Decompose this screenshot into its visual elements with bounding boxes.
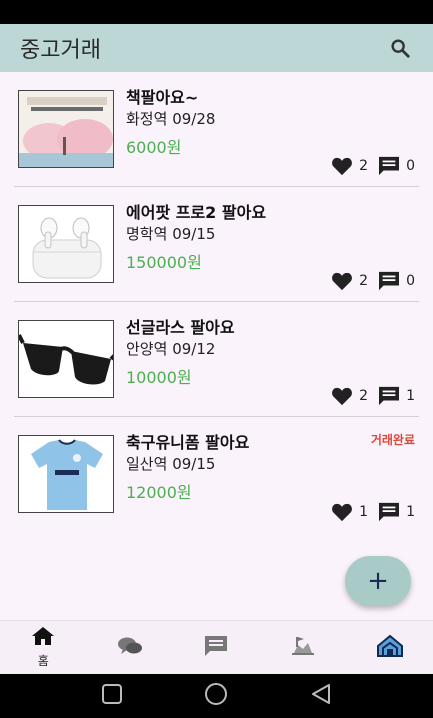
book-cover-image [18,90,114,168]
home-icon [31,626,55,650]
nav-item-my-home[interactable] [346,621,433,674]
page-title: 중고거래 [20,38,101,63]
heart-icon[interactable] [331,271,353,291]
system-nav-bar [0,674,433,718]
back-icon[interactable] [309,682,333,710]
list-item[interactable]: 에어팟 프로2 팔아요 명학역 09/15 150000원 2 0 [14,187,419,302]
search-icon[interactable] [385,33,415,63]
list-item[interactable]: 선글라스 팔아요 안양역 09/12 10000원 2 1 [14,302,419,417]
comment-icon[interactable] [378,502,400,522]
item-location: 화정역 [126,110,168,128]
comment-icon[interactable] [378,271,400,291]
item-price: 12000원 [126,483,192,502]
sunglasses-image [18,320,114,398]
comments-count: 1 [406,504,415,520]
comments-count: 0 [406,273,415,289]
item-title[interactable]: 에어팟 프로2 팔아요 [126,199,266,223]
heart-icon[interactable] [331,386,353,406]
nav-item-messages[interactable] [173,621,260,674]
likes-count: 1 [359,504,369,520]
my-home-icon [376,634,404,662]
jersey-image [18,435,114,513]
status-bar [0,0,433,24]
comment-icon[interactable] [378,156,400,176]
airpods-image [18,205,114,283]
item-price: 150000원 [126,253,202,272]
community-icon [290,635,316,661]
home-button-icon[interactable] [203,681,229,711]
item-date: 09/15 [172,455,216,473]
product-list: 책팔아요~ 화정역 09/28 6000원 2 0 에어팟 프로2 팔아요 명학… [0,72,433,532]
heart-icon[interactable] [331,502,353,522]
item-counts: 2 1 [331,386,415,406]
item-counts: 2 0 [331,271,415,291]
item-location-date: 명학역 09/15 [126,223,215,244]
item-date: 09/28 [172,110,216,128]
app-bar: 중고거래 [0,24,433,72]
item-location: 명학역 [126,225,168,243]
item-price: 6000원 [126,138,182,157]
heart-icon[interactable] [331,156,353,176]
item-title[interactable]: 선글라스 팔아요 [126,314,235,338]
nav-item-home[interactable]: 홈 [0,621,87,674]
chat-bubbles-icon [117,636,143,660]
item-location-date: 화정역 09/28 [126,108,215,129]
comment-icon[interactable] [378,386,400,406]
likes-count: 2 [359,273,369,289]
list-item[interactable]: 책팔아요~ 화정역 09/28 6000원 2 0 [14,72,419,187]
nav-label-home: 홈 [37,654,49,668]
comments-count: 0 [406,158,415,174]
item-location: 안양역 [126,340,168,358]
item-location-date: 안양역 09/12 [126,338,215,359]
likes-count: 2 [359,158,369,174]
list-item[interactable]: 축구유니폼 팔아요 거래완료 일산역 09/15 12000원 1 1 [14,417,419,532]
item-date: 09/12 [172,340,216,358]
nav-item-community[interactable] [260,621,347,674]
nav-item-chat[interactable] [87,621,174,674]
item-title[interactable]: 축구유니폼 팔아요 [126,429,249,453]
bottom-nav: 홈 [0,620,433,674]
item-price: 10000원 [126,368,192,387]
sold-badge: 거래완료 [370,433,415,447]
recent-apps-icon[interactable] [100,682,124,710]
item-counts: 1 1 [331,502,415,522]
comments-count: 1 [406,388,415,404]
item-date: 09/15 [172,225,216,243]
message-icon [204,635,228,661]
likes-count: 2 [359,388,369,404]
item-counts: 2 0 [331,156,415,176]
plus-icon: + [367,566,389,596]
add-item-button[interactable]: + [345,556,411,606]
item-location-date: 일산역 09/15 [126,453,215,474]
item-location: 일산역 [126,455,168,473]
item-title[interactable]: 책팔아요~ [126,84,198,108]
